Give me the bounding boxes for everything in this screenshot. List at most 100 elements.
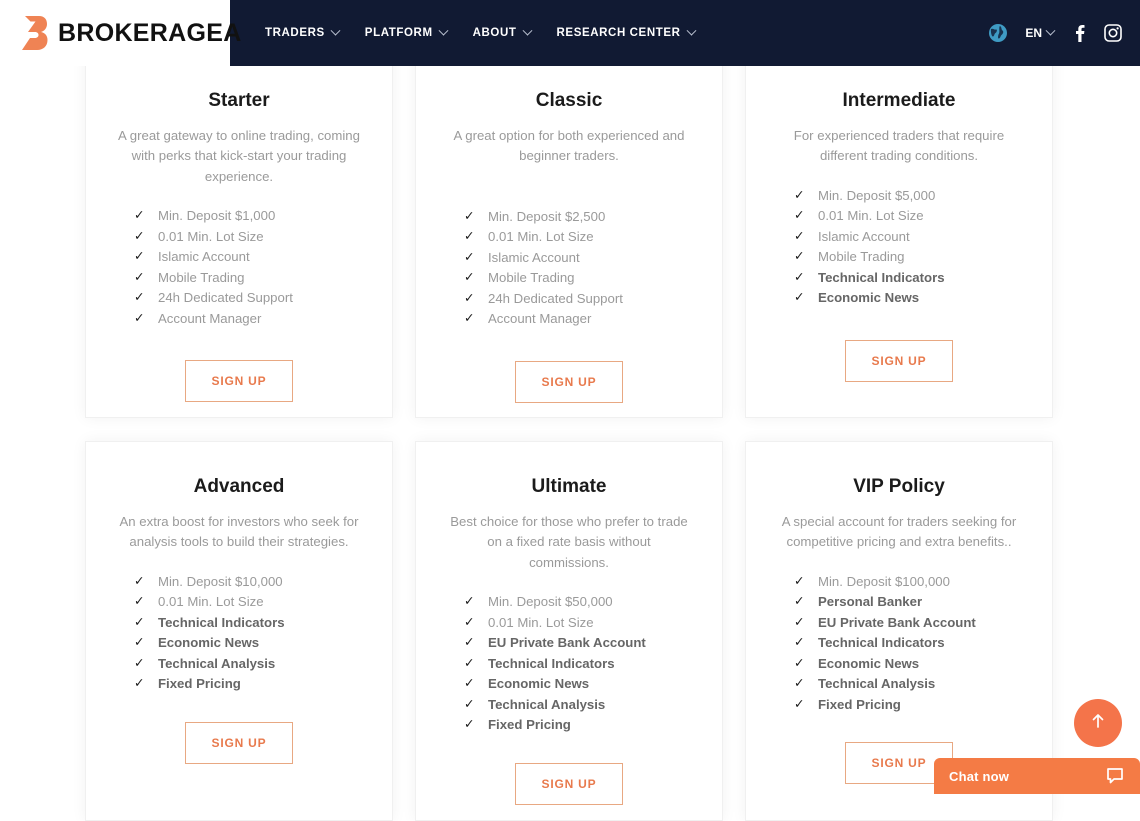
feature-item: ✓ Fixed Pricing [794, 694, 1026, 715]
card-title: VIP Policy [853, 476, 945, 497]
arrow-up-icon [1088, 711, 1108, 736]
feature-item: ✓ Islamic Account [794, 226, 1026, 247]
feature-label: Personal Banker [818, 594, 923, 610]
feature-item: ✓ 24h Dedicated Support [134, 287, 366, 308]
nav-label: RESEARCH CENTER [556, 27, 681, 39]
feature-label: Economic News [818, 655, 920, 671]
globe-icon[interactable] [988, 23, 1008, 43]
feature-item: ✓ Islamic Account [464, 247, 696, 268]
scroll-to-top-button[interactable] [1074, 699, 1122, 747]
instagram-icon[interactable] [1104, 24, 1122, 42]
language-selector[interactable]: EN [1025, 25, 1056, 40]
feature-item: ✓ Account Manager [464, 308, 696, 329]
pricing-card-classic: Classic A great option for both experien… [415, 55, 723, 418]
check-icon: ✓ [794, 573, 805, 588]
feature-label: 0.01 Min. Lot Size [158, 228, 264, 244]
feature-label: Account Manager [158, 310, 262, 326]
feature-label: Technical Indicators [818, 635, 945, 651]
chevron-down-icon [686, 25, 696, 36]
check-icon: ✓ [794, 635, 805, 650]
feature-label: Technical Indicators [818, 269, 945, 285]
nav-item-platform[interactable]: PLATFORM [364, 25, 449, 39]
check-icon: ✓ [134, 269, 145, 284]
main-nav: TRADERS PLATFORM ABOUT RESEARCH CENTER [265, 25, 696, 39]
feature-label: EU Private Bank Account [818, 614, 976, 630]
check-icon: ✓ [464, 676, 475, 691]
card-title: Intermediate [842, 90, 956, 111]
feature-label: Fixed Pricing [818, 696, 901, 712]
feature-item: ✓ Min. Deposit $1,000 [134, 205, 366, 226]
check-icon: ✓ [134, 228, 145, 243]
feature-list: ✓ Min. Deposit $100,000 ✓ Personal Banker … [772, 571, 1026, 715]
chevron-down-icon [522, 25, 532, 36]
check-icon: ✓ [464, 311, 475, 326]
check-icon: ✓ [464, 655, 475, 670]
feature-label: Min. Deposit $100,000 [818, 573, 950, 589]
check-icon: ✓ [134, 676, 145, 691]
feature-item: ✓ 0.01 Min. Lot Size [134, 226, 366, 247]
check-icon: ✓ [794, 269, 805, 284]
check-icon: ✓ [464, 229, 475, 244]
feature-label: Min. Deposit $10,000 [158, 573, 283, 589]
feature-label: 0.01 Min. Lot Size [158, 594, 264, 610]
card-title: Advanced [193, 476, 285, 497]
chat-widget[interactable]: Chat now [934, 758, 1140, 794]
feature-item: ✓ Technical Analysis [464, 694, 696, 715]
feature-item: ✓ Technical Indicators [134, 612, 366, 633]
check-icon: ✓ [794, 676, 805, 691]
feature-item: ✓ 0.01 Min. Lot Size [134, 591, 366, 612]
feature-label: Islamic Account [158, 249, 250, 264]
check-icon: ✓ [464, 208, 475, 223]
feature-item: ✓ Technical Indicators [794, 632, 1026, 653]
chevron-down-icon [1045, 25, 1056, 36]
language-label: EN [1025, 26, 1042, 40]
check-icon: ✓ [134, 208, 145, 223]
feature-label: Economic News [488, 676, 590, 691]
feature-label: Account Manager [488, 311, 592, 327]
nav-item-traders[interactable]: TRADERS [265, 25, 341, 39]
check-icon: ✓ [134, 635, 145, 650]
nav-item-research-center[interactable]: RESEARCH CENTER [556, 25, 696, 39]
feature-label: 24h Dedicated Support [488, 290, 623, 306]
logo[interactable]: BROKERAGEA [0, 0, 241, 66]
feature-item: ✓ Economic News [794, 287, 1026, 308]
signup-button[interactable]: SIGN UP [184, 360, 294, 403]
feature-label: Mobile Trading [158, 269, 245, 285]
feature-label: Min. Deposit $1,000 [158, 208, 276, 223]
signup-button[interactable]: SIGN UP [514, 360, 624, 403]
check-icon: ✓ [134, 310, 145, 325]
check-icon: ✓ [794, 249, 805, 264]
header-utilities: EN [988, 23, 1140, 43]
check-icon: ✓ [794, 208, 805, 223]
feature-item: ✓ Personal Banker [794, 591, 1026, 612]
signup-button[interactable]: SIGN UP [514, 762, 624, 805]
card-description: A great gateway to online trading, comin… [118, 128, 360, 184]
pricing-card-starter: Starter A great gateway to online tradin… [85, 55, 393, 418]
feature-list: ✓ Min. Deposit $2,500 ✓ 0.01 Min. Lot Size… [442, 206, 696, 329]
feature-label: Mobile Trading [488, 270, 575, 286]
feature-label: Fixed Pricing [488, 717, 571, 732]
signup-button[interactable]: SIGN UP [844, 339, 954, 382]
nav-item-about[interactable]: ABOUT [473, 25, 532, 39]
feature-label: Min. Deposit $5,000 [818, 187, 936, 203]
feature-item: ✓ 0.01 Min. Lot Size [794, 205, 1026, 226]
nav-label: PLATFORM [364, 27, 433, 39]
signup-button[interactable]: SIGN UP [184, 721, 294, 764]
feature-item: ✓ Mobile Trading [134, 267, 366, 288]
feature-item: ✓ Economic News [134, 632, 366, 653]
check-icon: ✓ [464, 614, 475, 629]
feature-label: Technical Analysis [158, 655, 276, 671]
check-icon: ✓ [794, 655, 805, 670]
check-icon: ✓ [134, 573, 145, 588]
check-icon: ✓ [134, 249, 145, 264]
feature-label: Islamic Account [818, 228, 910, 244]
feature-label: 0.01 Min. Lot Size [488, 229, 594, 245]
feature-label: Fixed Pricing [158, 676, 241, 692]
check-icon: ✓ [134, 614, 145, 629]
facebook-icon[interactable] [1071, 24, 1087, 42]
feature-label: EU Private Bank Account [488, 635, 646, 650]
feature-item: ✓ 0.01 Min. Lot Size [464, 612, 696, 633]
check-icon: ✓ [464, 270, 475, 285]
site-header: BROKERAGEA TRADERS PLATFORM ABOUT RESEAR… [0, 0, 1140, 66]
feature-label: Economic News [818, 290, 920, 306]
